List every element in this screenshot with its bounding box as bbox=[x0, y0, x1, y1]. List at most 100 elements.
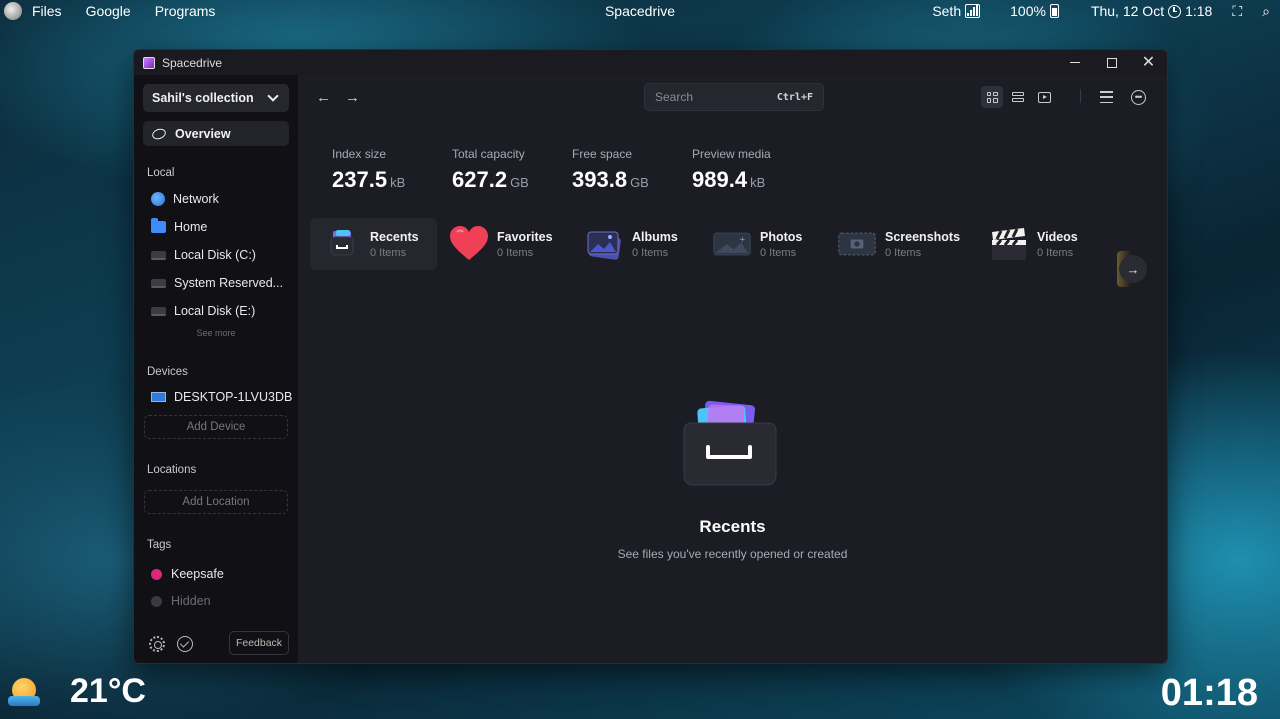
back-arrow-icon[interactable]: ← bbox=[316, 89, 331, 106]
sidebar-item-label: Local Disk (C:) bbox=[174, 248, 256, 262]
sidebar-item-tag-keepsafe[interactable]: Keepsafe bbox=[151, 567, 224, 581]
stat-label: Total capacity bbox=[452, 147, 525, 161]
battery-indicator[interactable]: 100% bbox=[1010, 3, 1059, 19]
more-options-button[interactable]: ••• bbox=[1127, 86, 1149, 108]
recents-empty-icon bbox=[680, 393, 780, 493]
category-favorites[interactable]: Favorites 0 Items bbox=[437, 218, 573, 270]
grid-view-button[interactable] bbox=[981, 86, 1003, 108]
category-count: 0 Items bbox=[497, 246, 534, 259]
system-top-bar: Files Google Programs Spacedrive Seth 10… bbox=[0, 0, 1280, 22]
sliders-icon bbox=[1099, 91, 1113, 103]
globe-icon bbox=[151, 192, 165, 206]
sidebar-item-system-reserved[interactable]: System Reserved... bbox=[151, 276, 283, 290]
folder-icon bbox=[151, 218, 166, 233]
search-input[interactable]: Search Ctrl+F bbox=[644, 83, 824, 111]
sidebar-item-label: Network bbox=[173, 192, 219, 206]
datetime-indicator[interactable]: Thu, 12 Oct 1:18 bbox=[1091, 3, 1212, 19]
stat-value: 989.4 bbox=[692, 167, 748, 192]
section-title-locations: Locations bbox=[147, 464, 197, 476]
media-view-button[interactable] bbox=[1033, 86, 1055, 108]
planet-icon bbox=[150, 126, 168, 141]
stat-index-size: Index size 237.5 kB bbox=[332, 147, 452, 193]
drive-icon bbox=[151, 306, 166, 316]
photos-icon: + bbox=[712, 226, 752, 262]
category-screenshots[interactable]: Screenshots 0 Items bbox=[825, 218, 985, 270]
menu-programs[interactable]: Programs bbox=[155, 3, 216, 19]
user-indicator[interactable]: Seth bbox=[932, 3, 981, 19]
drive-icon bbox=[151, 250, 166, 260]
forward-arrow-icon[interactable]: → bbox=[345, 89, 360, 106]
sidebar-item-overview[interactable]: Overview bbox=[143, 121, 289, 146]
sidebar: Sahil's collection Overview Local Networ… bbox=[134, 75, 298, 663]
library-selector[interactable]: Sahil's collection bbox=[143, 84, 289, 112]
minimize-button[interactable] bbox=[1056, 50, 1093, 75]
feedback-button[interactable]: Feedback bbox=[229, 631, 289, 655]
sidebar-item-local-disk-e[interactable]: Local Disk (E:) bbox=[151, 304, 255, 318]
maximize-button[interactable] bbox=[1093, 50, 1130, 75]
close-icon: ✕ bbox=[1141, 53, 1156, 71]
stat-label: Preview media bbox=[692, 147, 771, 161]
sidebar-item-local-disk-c[interactable]: Local Disk (C:) bbox=[151, 248, 256, 262]
battery-percent: 100% bbox=[1010, 3, 1046, 19]
category-name: Videos bbox=[1037, 229, 1078, 244]
category-videos[interactable]: Videos 0 Items bbox=[977, 218, 1101, 270]
stat-total-capacity: Total capacity 627.2 GB bbox=[452, 147, 572, 193]
see-more-link[interactable]: See more bbox=[134, 328, 298, 338]
add-device-button[interactable]: Add Device bbox=[144, 415, 288, 439]
time-text: 1:18 bbox=[1185, 3, 1213, 19]
list-view-button[interactable] bbox=[1007, 86, 1029, 108]
stat-unit: GB bbox=[510, 175, 529, 190]
svg-text:+: + bbox=[739, 234, 745, 243]
spacedrive-app-icon bbox=[143, 56, 155, 69]
window-titlebar[interactable]: Spacedrive ✕ bbox=[134, 50, 1167, 75]
os-logo-icon[interactable] bbox=[4, 2, 22, 20]
sidebar-item-label: Hidden bbox=[171, 594, 211, 608]
empty-state-subtitle: See files you've recently opened or crea… bbox=[617, 547, 848, 561]
category-list: Recents 0 Items Favorites 0 Items Albums… bbox=[310, 218, 1160, 270]
category-count: 0 Items bbox=[760, 246, 797, 259]
sidebar-item-tag-hidden[interactable]: Hidden bbox=[151, 594, 211, 608]
sidebar-item-label: Keepsafe bbox=[171, 567, 224, 581]
stat-free-space: Free space 393.8 GB bbox=[572, 147, 692, 193]
category-albums[interactable]: Albums 0 Items bbox=[572, 218, 700, 270]
sidebar-item-label: Local Disk (E:) bbox=[174, 304, 256, 318]
sidebar-item-label: Home bbox=[174, 220, 208, 234]
desktop-clock: 01:18 bbox=[1160, 672, 1258, 714]
menu-files[interactable]: Files bbox=[32, 3, 62, 19]
category-count: 0 Items bbox=[632, 246, 669, 259]
settings-gear-icon[interactable] bbox=[149, 636, 165, 652]
search-icon[interactable]: ⌕ bbox=[1262, 3, 1270, 20]
maximize-icon bbox=[1106, 57, 1117, 68]
weather-sun-icon bbox=[8, 676, 40, 708]
category-recents[interactable]: Recents 0 Items bbox=[310, 218, 437, 270]
stat-value: 237.5 bbox=[332, 167, 388, 192]
stat-unit: GB bbox=[630, 175, 649, 190]
close-button[interactable]: ✕ bbox=[1130, 50, 1167, 75]
weather-widget[interactable]: 21°C bbox=[8, 672, 146, 711]
category-photos[interactable]: + Photos 0 Items bbox=[700, 218, 826, 270]
filter-settings-button[interactable] bbox=[1095, 86, 1117, 108]
chevron-down-icon bbox=[267, 90, 279, 102]
stat-label: Index size bbox=[332, 147, 387, 161]
window-title: Spacedrive bbox=[162, 55, 223, 70]
arrow-right-icon: → bbox=[1126, 261, 1140, 277]
category-count: 0 Items bbox=[885, 246, 922, 259]
sidebar-item-device[interactable]: DESKTOP-1LVU3DB bbox=[151, 390, 292, 404]
menu-google[interactable]: Google bbox=[86, 3, 131, 19]
tag-color-dot bbox=[151, 595, 162, 607]
scroll-right-button[interactable]: → bbox=[1119, 255, 1147, 283]
media-icon bbox=[1037, 91, 1051, 103]
search-shortcut: Ctrl+F bbox=[776, 91, 813, 103]
add-location-button[interactable]: Add Location bbox=[144, 490, 288, 514]
grid-icon bbox=[986, 91, 998, 103]
spacedrive-window: Spacedrive ✕ Sahil's collection Overview… bbox=[133, 49, 1168, 664]
empty-state-title: Recents bbox=[699, 517, 766, 536]
fullscreen-icon[interactable]: ⛶ bbox=[1232, 3, 1242, 20]
main-content: ← → Search Ctrl+F ••• Index size 237.5 k… bbox=[298, 75, 1167, 663]
sidebar-item-label: System Reserved... bbox=[174, 276, 284, 290]
toolbar-divider bbox=[1080, 89, 1081, 103]
section-title-tags: Tags bbox=[147, 539, 172, 551]
job-manager-check-icon[interactable] bbox=[177, 636, 193, 652]
sidebar-item-network[interactable]: Network bbox=[151, 192, 219, 206]
sidebar-item-home[interactable]: Home bbox=[151, 218, 208, 234]
